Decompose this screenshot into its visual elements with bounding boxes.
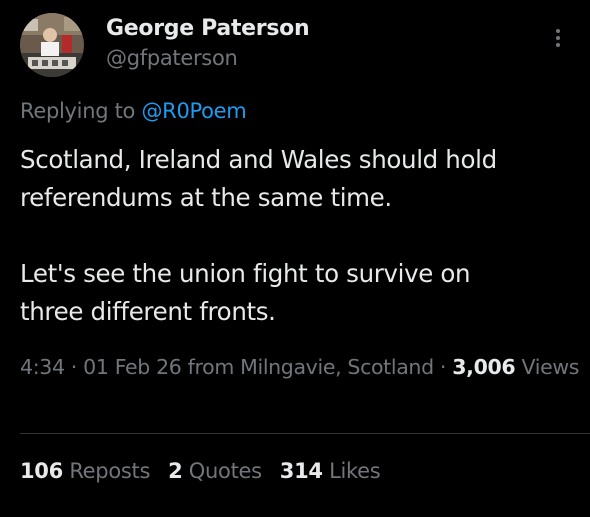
views-count: 3,006 [452,355,516,379]
tweet-paragraph-1: Scotland, Ireland and Wales should hold … [20,145,497,212]
tweet-paragraph-2: Let's see the union fight to survive on … [20,259,471,326]
display-name[interactable]: George Paterson [106,15,310,43]
likes-count: 314 [279,459,323,483]
engagement-stats: 106 Reposts 2 Quotes 314 Likes [20,455,398,487]
more-vertical-icon [548,29,568,47]
reposts-count: 106 [20,459,63,483]
reposts-stat[interactable]: 106 Reposts [20,455,150,487]
quotes-count: 2 [168,459,183,483]
tweet-text: Scotland, Ireland and Wales should hold … [20,141,576,331]
replying-to-line: Replying to @R0Poem [20,96,247,126]
likes-stat[interactable]: 314 Likes [280,455,381,487]
likes-label: Likes [329,459,381,483]
tweet-time[interactable]: 4:34 [20,355,65,379]
quotes-label: Quotes [188,459,262,483]
avatar[interactable] [20,13,84,77]
quotes-stat[interactable]: 2 Quotes [168,455,262,487]
meta-separator: · [64,355,84,379]
tweet: George Paterson @gfpaterson Replying to … [0,0,590,517]
tweet-date[interactable]: 01 Feb 26 [83,355,182,379]
views-label: Views [521,355,580,379]
more-options-button[interactable] [548,26,568,56]
user-handle[interactable]: @gfpaterson [106,43,309,73]
tweet-location: from Milngavie, Scotland [181,355,434,379]
avatar-image [20,13,84,77]
reposts-label: Reposts [69,459,151,483]
author-block: George Paterson @gfpaterson [106,15,310,73]
meta-separator: · [433,355,453,379]
reply-mention-link[interactable]: @R0Poem [141,99,246,123]
divider [20,433,590,434]
replying-to-label: Replying to [20,99,142,123]
tweet-meta: 4:34 · 01 Feb 26 from Milngavie, Scotlan… [20,352,580,383]
